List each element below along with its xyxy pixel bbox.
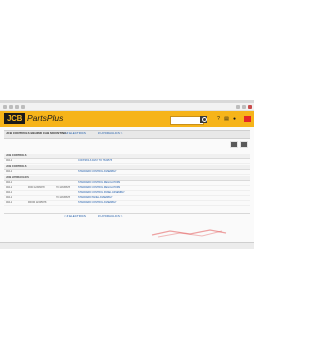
desc-cell[interactable]: STANDARD CONTROL REGULATORS (78, 186, 120, 190)
user-icon[interactable]: ● (232, 116, 237, 122)
qty-cell: 70 12345678 (56, 186, 70, 189)
part-cell: ROD 12345678 (28, 186, 45, 189)
ref-cell: 004-1 (6, 181, 13, 184)
print-icon[interactable] (21, 104, 25, 109)
desc-cell[interactable]: STANDARD CONTROL ASSEMBLY (78, 201, 116, 205)
ref-cell: 004-1 (6, 170, 13, 173)
maximize-icon[interactable] (242, 104, 246, 109)
next-section-link[interactable]: # HYDRAULICS > (98, 214, 122, 219)
group-title: JCB CONTROLS (6, 165, 27, 168)
grid-view-icon[interactable] (240, 141, 248, 148)
product-name: PartsPlus (27, 113, 64, 123)
bottom-nav: < # ELECTRICS # HYDRAULICS > (4, 214, 250, 219)
search-icon (201, 117, 207, 122)
print-icon[interactable]: ▤ (224, 116, 229, 122)
table-row[interactable]: 004-1 FROM 12345678 STANDARD CONTROL ASS… (4, 201, 250, 206)
forward-icon[interactable] (9, 104, 13, 109)
prev-section-link[interactable]: < # ELECTRICS (64, 131, 86, 136)
ref-cell: 004-1 (6, 191, 13, 194)
jcb-logo: JCB (4, 113, 25, 124)
group-title: JCB HYDRAULICS (6, 176, 29, 179)
home-icon[interactable] (15, 104, 19, 109)
desc-cell[interactable]: STANDARD PANEL ASSEMBLY (78, 196, 112, 200)
desc-cell[interactable]: STANDARD CONTROL ASSEMBLY (78, 170, 116, 174)
section-title: JCB CONTROLS BEHIND CAB MOUNTING (6, 131, 67, 135)
search-input[interactable] (170, 116, 204, 125)
search-button[interactable] (200, 116, 207, 123)
close-icon[interactable] (248, 104, 252, 109)
status-bar (0, 242, 254, 249)
list-view-icon[interactable] (230, 141, 238, 148)
table-row[interactable]: 004-1 CONTROLS ASSY TO 7632575 (4, 159, 250, 164)
group-title: JCB CONTROLS (6, 154, 27, 157)
minimize-icon[interactable] (236, 104, 240, 109)
app-toolbar (0, 103, 254, 111)
ref-cell: 004-1 (6, 159, 13, 162)
desc-cell[interactable]: CONTROLS ASSY TO 7632575 (78, 159, 112, 163)
ref-cell: 004-1 (6, 201, 13, 204)
help-icon[interactable]: ? (216, 116, 221, 122)
cart-icon[interactable] (244, 116, 251, 122)
table-row[interactable]: 004-1 STANDARD CONTROL ASSEMBLY (4, 170, 250, 175)
desc-cell[interactable]: STANDARD CONTROL REGULATORS (78, 181, 120, 185)
ref-cell: 004-1 (6, 196, 13, 199)
part-cell: FROM 12345678 (28, 201, 47, 204)
ref-cell: 004-1 (6, 186, 13, 189)
qty-cell: 70 12345678 (56, 196, 70, 199)
red-annotation-mark (151, 229, 227, 238)
desc-cell[interactable]: STANDARD CONTROL PANEL ASSEMBLY (78, 191, 125, 195)
back-icon[interactable] (3, 104, 7, 109)
prev-section-link[interactable]: < # ELECTRICS (64, 214, 86, 219)
next-section-link[interactable]: # HYDRAULICS > (98, 131, 122, 136)
